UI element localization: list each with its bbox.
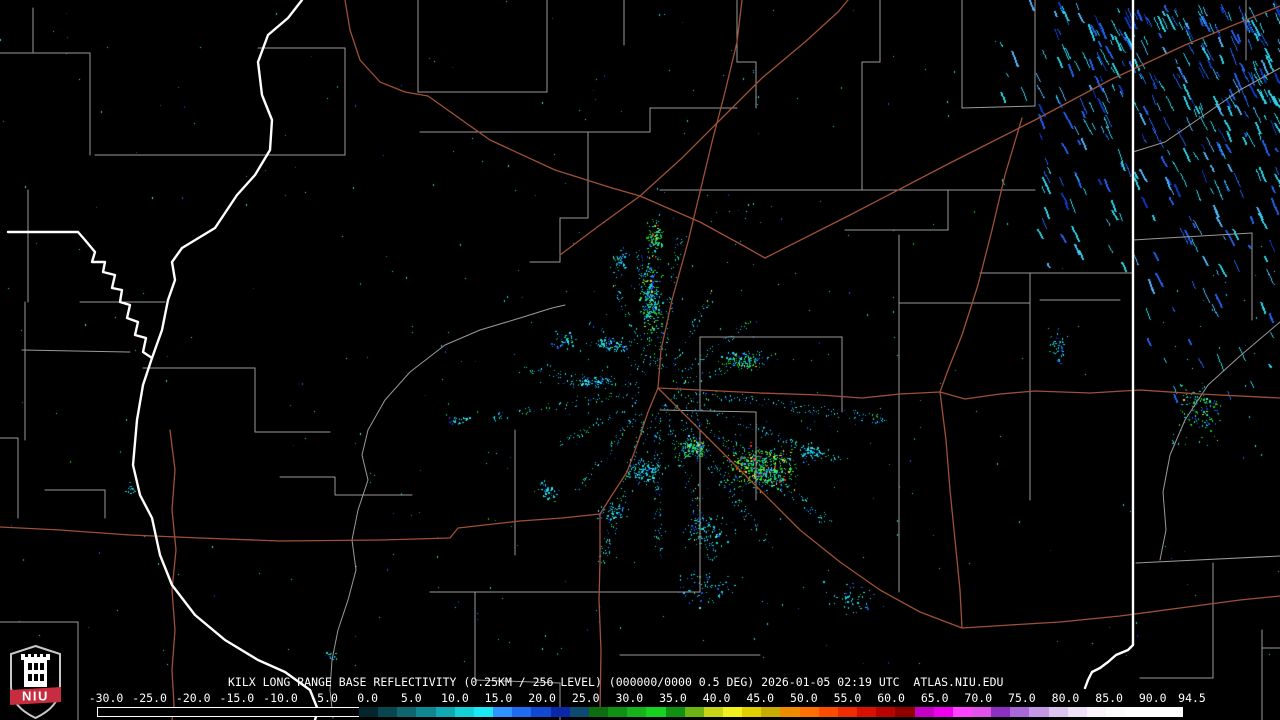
radar-viewer: NIU KILX LONG RANGE BASE REFLECTIVITY (0… [0,0,1280,720]
map-overlay [0,0,1280,720]
logo-text: NIU [22,689,49,704]
niu-logo: NIU [10,645,61,719]
logo-castle-icon [21,654,50,687]
